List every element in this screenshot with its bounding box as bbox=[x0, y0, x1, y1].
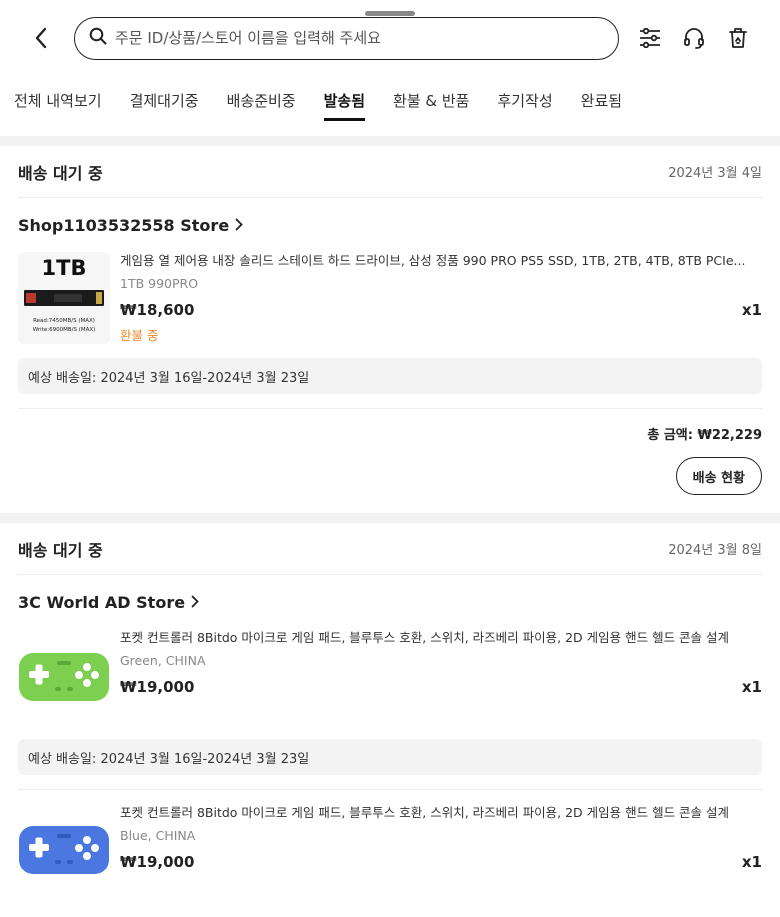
order-date: 2024년 3월 4일 bbox=[668, 166, 762, 181]
order-card: 배송 대기 중 2024년 3월 4일 Shop1103532558 Store… bbox=[0, 146, 780, 513]
order-header: 배송 대기 중 2024년 3월 4일 bbox=[18, 146, 762, 198]
product-variant: Blue, CHINA bbox=[120, 828, 196, 843]
product-quantity: x1 bbox=[741, 301, 762, 319]
product-quantity: x1 bbox=[741, 853, 762, 871]
trash-icon[interactable] bbox=[725, 25, 751, 51]
search-icon bbox=[89, 27, 107, 49]
product-variant: Green, CHINA bbox=[120, 653, 206, 668]
product-quantity: x1 bbox=[741, 678, 762, 696]
product-thumbnail-ssd[interactable]: 1TB Read:7450MB/S (MAX) Write:6900MB/S (… bbox=[18, 252, 110, 344]
top-bar bbox=[0, 0, 780, 76]
product-title[interactable]: 포켓 컨트롤러 8Bitdo 마이크로 게임 패드, 블루투스 호환, 스위치,… bbox=[120, 804, 762, 822]
estimated-delivery: 예상 배송일: 2024년 3월 16일-2024년 3월 23일 bbox=[18, 358, 762, 394]
order-total: 총 금액: ₩22,229 bbox=[647, 427, 762, 443]
section-divider bbox=[0, 136, 780, 146]
section-divider bbox=[0, 513, 780, 523]
product-thumbnail-controller-green[interactable] bbox=[18, 629, 110, 721]
order-item[interactable]: 포켓 컨트롤러 8Bitdo 마이크로 게임 패드, 블루투스 호환, 스위치,… bbox=[18, 629, 762, 739]
thumb-write-speed: Write:6900MB/S (MAX) bbox=[32, 327, 96, 333]
product-price: ₩19,000 bbox=[120, 678, 195, 696]
chevron-right-icon bbox=[191, 593, 199, 612]
thumb-capacity: 1TB bbox=[41, 256, 87, 280]
store-name: Shop1103532558 Store bbox=[18, 215, 230, 235]
product-price: ₩19,000 bbox=[120, 853, 195, 871]
tab-completed[interactable]: 완료됨 bbox=[581, 90, 622, 121]
tab-preparing[interactable]: 배송준비중 bbox=[227, 90, 296, 121]
search-bar[interactable] bbox=[74, 16, 619, 60]
order-card: 배송 대기 중 2024년 3월 8일 3C World AD Store 포켓… bbox=[0, 523, 780, 910]
drag-handle[interactable] bbox=[365, 11, 415, 16]
store-name: 3C World AD Store bbox=[18, 592, 186, 612]
tab-write-review[interactable]: 후기작성 bbox=[497, 90, 552, 121]
game-controller-icon bbox=[19, 826, 109, 874]
track-shipment-button[interactable]: 배송 현황 bbox=[675, 457, 762, 495]
refund-status: 환불 중 bbox=[120, 328, 159, 343]
tab-all[interactable]: 전체 내역보기 bbox=[14, 90, 102, 121]
order-header: 배송 대기 중 2024년 3월 8일 bbox=[18, 523, 762, 575]
order-status-tabs: 전체 내역보기 결제대기중 배송준비중 발송됨 환불 & 반품 후기작성 완료됨 bbox=[0, 76, 780, 136]
store-link[interactable]: Shop1103532558 Store bbox=[18, 198, 762, 252]
thumb-read-speed: Read:7450MB/S (MAX) bbox=[33, 318, 95, 324]
back-arrow-icon[interactable] bbox=[28, 25, 54, 51]
product-title[interactable]: 포켓 컨트롤러 8Bitdo 마이크로 게임 패드, 블루투스 호환, 스위치,… bbox=[120, 629, 762, 647]
filter-sliders-icon[interactable] bbox=[637, 25, 663, 51]
tab-shipped[interactable]: 발송됨 bbox=[323, 90, 366, 121]
tab-refund-return[interactable]: 환불 & 반품 bbox=[393, 90, 469, 121]
ssd-drive-icon bbox=[24, 290, 104, 306]
tab-awaiting-payment[interactable]: 결제대기중 bbox=[130, 90, 199, 121]
estimated-delivery: 예상 배송일: 2024년 3월 16일-2024년 3월 23일 bbox=[18, 739, 762, 775]
product-price: ₩18,600 bbox=[120, 301, 195, 319]
chevron-right-icon bbox=[235, 216, 243, 235]
game-controller-icon bbox=[19, 653, 109, 701]
product-variant: 1TB 990PRO bbox=[120, 276, 199, 291]
order-item[interactable]: 포켓 컨트롤러 8Bitdo 마이크로 게임 패드, 블루투스 호환, 스위치,… bbox=[18, 804, 762, 910]
product-thumbnail-controller-blue[interactable] bbox=[18, 804, 110, 896]
headset-icon[interactable] bbox=[681, 25, 707, 51]
product-title[interactable]: 게임용 열 제어용 내장 솔리드 스테이트 하드 드라이브, 삼성 정품 990… bbox=[120, 252, 762, 270]
order-status: 배송 대기 중 bbox=[18, 163, 103, 183]
divider bbox=[18, 789, 762, 790]
order-date: 2024년 3월 8일 bbox=[668, 543, 762, 558]
search-input[interactable] bbox=[115, 29, 604, 47]
order-status: 배송 대기 중 bbox=[18, 540, 103, 560]
store-link[interactable]: 3C World AD Store bbox=[18, 575, 762, 629]
order-item[interactable]: 1TB Read:7450MB/S (MAX) Write:6900MB/S (… bbox=[18, 252, 762, 358]
